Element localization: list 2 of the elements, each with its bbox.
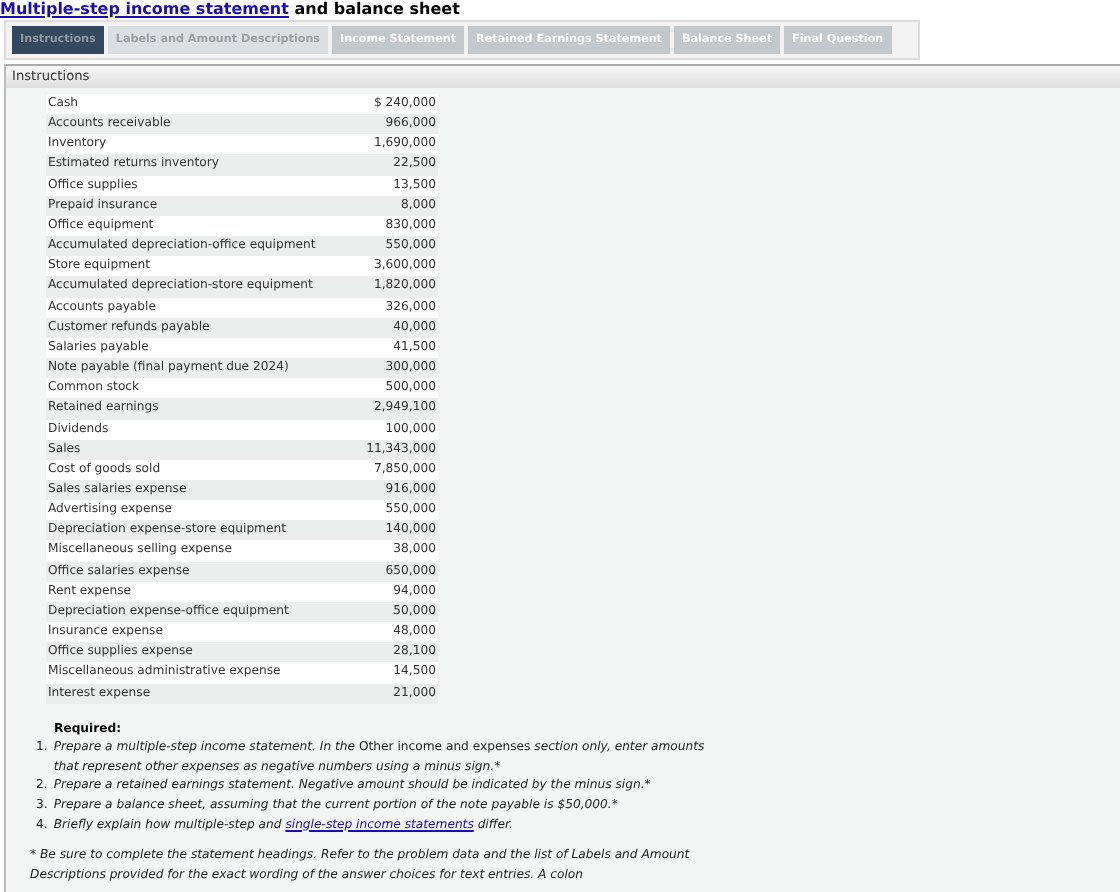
- title-link[interactable]: Multiple-step income statement: [0, 0, 289, 18]
- page-title: Multiple-step income statement and balance sheet: [0, 0, 462, 18]
